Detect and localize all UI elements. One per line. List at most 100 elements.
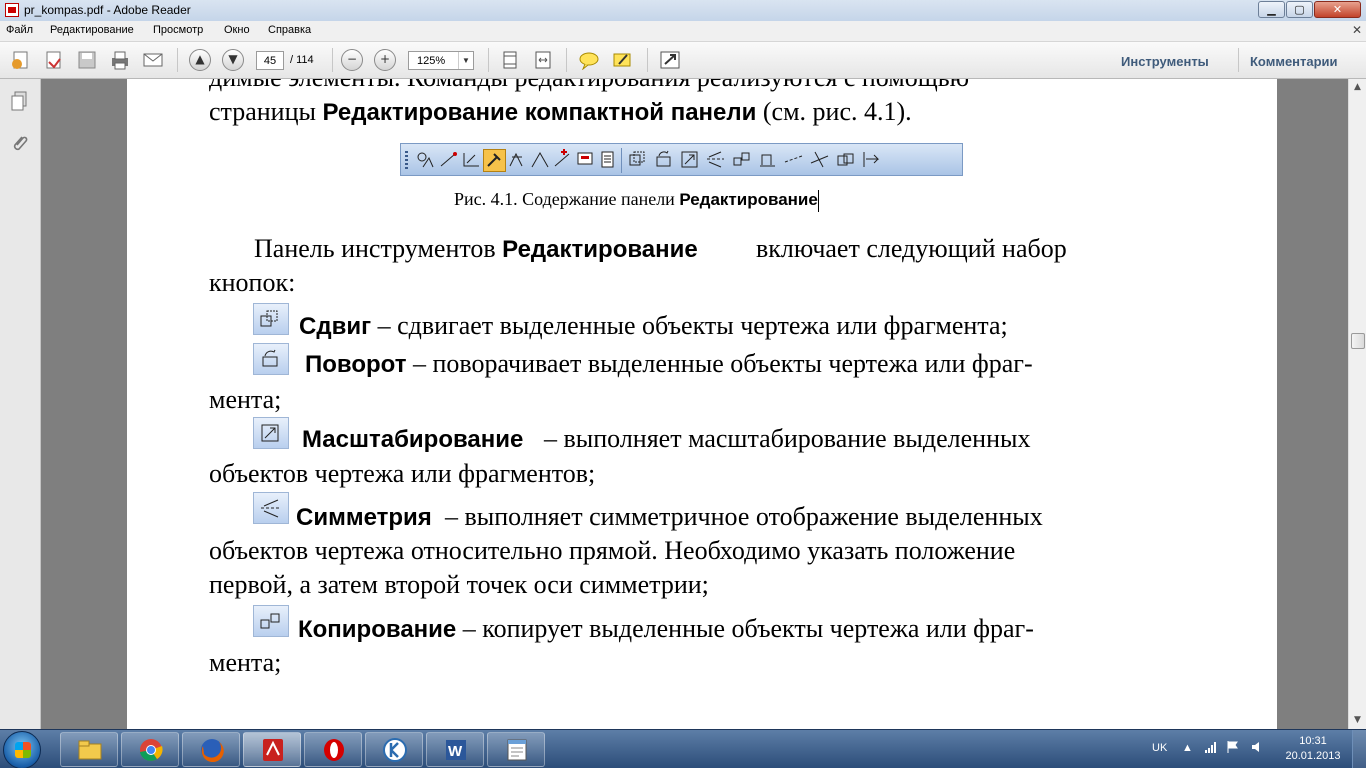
- text-line: Панель инструментов Редактирование: [254, 234, 698, 265]
- clock-date: 20.01.2013: [1285, 750, 1341, 762]
- acrobat-icon: [263, 739, 283, 761]
- taskbar-firefox[interactable]: [182, 732, 240, 767]
- title-bar: pr_kompas.pdf - Adobe Reader ▁ ▢ ✕: [0, 0, 1366, 22]
- menu-bar: Файл Редактирование Просмотр Окно Справк…: [0, 21, 1366, 42]
- taskbar-acrobat[interactable]: [243, 732, 301, 767]
- text-line: включает следующий набор: [756, 234, 1067, 263]
- menu-edit[interactable]: Редактирование: [50, 24, 134, 36]
- explorer-icon: [78, 740, 102, 760]
- taskbar-kompas[interactable]: [365, 732, 423, 767]
- volume-icon[interactable]: [1250, 740, 1264, 754]
- menu-file[interactable]: Файл: [6, 24, 33, 36]
- email-icon[interactable]: [142, 50, 164, 70]
- split-icon: [810, 151, 829, 168]
- show-desktop-button[interactable]: [1352, 730, 1366, 768]
- text-line: – выполняет масштабирование выделенных: [544, 424, 1031, 453]
- scroll-down-arrow[interactable]: ▼: [1349, 712, 1366, 729]
- expand-icon[interactable]: [659, 50, 681, 70]
- scroll-thumb[interactable]: [1351, 333, 1365, 349]
- fit-page-icon[interactable]: [499, 50, 521, 70]
- zoom-out-button[interactable]: −: [341, 49, 363, 71]
- mirror-icon: [253, 492, 289, 524]
- document-icon: [601, 151, 614, 168]
- navigation-pane: [0, 79, 41, 729]
- text-span: – поворачивает выделенные объекты чертеж…: [406, 349, 1033, 378]
- svg-text:W: W: [448, 743, 463, 760]
- chamfer-icon: [531, 151, 549, 168]
- text-line: мента;: [209, 385, 282, 414]
- convert-icon[interactable]: [43, 50, 65, 70]
- toolbar-separator: [1238, 48, 1239, 72]
- toolbar: ▲ ▼ 45 / 114 − + 125% ▼ Инструменты Комме…: [0, 42, 1366, 79]
- menu-help[interactable]: Справка: [268, 24, 311, 36]
- text-line: объектов чертежа или фрагментов;: [209, 459, 596, 488]
- next-page-button[interactable]: ▼: [222, 49, 244, 71]
- close-document-icon[interactable]: ✕: [1352, 23, 1362, 37]
- bold-text: Поворот: [305, 351, 407, 378]
- language-indicator[interactable]: UK: [1152, 742, 1167, 754]
- menu-view[interactable]: Просмотр: [153, 24, 203, 36]
- menu-window[interactable]: Окно: [224, 24, 250, 36]
- maximize-button[interactable]: ▢: [1286, 1, 1313, 18]
- text-line: Симметрия: [296, 502, 432, 533]
- taskbar-notepad[interactable]: [487, 732, 545, 767]
- scroll-up-arrow[interactable]: ▲: [1349, 79, 1366, 96]
- bold-text: Симметрия: [296, 504, 432, 531]
- taskbar-explorer[interactable]: [60, 732, 118, 767]
- word-icon: W: [446, 740, 466, 760]
- zoom-select[interactable]: 125% ▼: [408, 51, 474, 70]
- attachment-icon[interactable]: [10, 133, 28, 153]
- clock[interactable]: 10:31 20.01.2013: [1282, 734, 1344, 764]
- start-button[interactable]: [3, 731, 41, 768]
- tools-button[interactable]: Инструменты: [1121, 54, 1209, 69]
- document-area[interactable]: димые элементы. Команды редактирования р…: [41, 79, 1348, 729]
- firefox-icon: [201, 739, 224, 762]
- taskbar-word[interactable]: W: [426, 732, 484, 767]
- kompas-icon: [383, 738, 407, 762]
- comments-button[interactable]: Комментарии: [1250, 54, 1338, 69]
- bold-text: Редактирование: [502, 236, 698, 263]
- text-span: страницы: [209, 97, 323, 126]
- print-icon[interactable]: [109, 50, 131, 70]
- taskbar-opera[interactable]: [304, 732, 362, 767]
- fit-width-icon[interactable]: [532, 50, 554, 70]
- pages-icon[interactable]: [10, 91, 28, 111]
- comment-icon[interactable]: [578, 50, 600, 70]
- create-pdf-icon[interactable]: [10, 50, 32, 70]
- highlight-icon[interactable]: [611, 50, 633, 70]
- text-line: первой, а затем второй точек оси симметр…: [209, 570, 709, 599]
- zoom-in-button[interactable]: +: [374, 49, 396, 71]
- taskbar-chrome[interactable]: [121, 732, 179, 767]
- save-icon[interactable]: [76, 50, 98, 70]
- text-cursor: [817, 189, 819, 212]
- window-title: pr_kompas.pdf - Adobe Reader: [24, 3, 191, 17]
- rotate-icon: [656, 150, 671, 167]
- opera-icon: [324, 739, 344, 761]
- text-line: страницы Редактирование компактной панел…: [209, 97, 912, 128]
- caption-bold: Редактирование: [679, 190, 818, 209]
- toolbar-separator: [332, 48, 333, 72]
- text-span: – копирует выделенные объекты чертежа ил…: [456, 614, 1034, 643]
- zoom-value: 125%: [417, 55, 446, 67]
- pdf-page: димые элементы. Команды редактирования р…: [127, 79, 1277, 729]
- extend-icon: [463, 153, 479, 167]
- chevron-down-icon[interactable]: ▼: [458, 52, 473, 69]
- flag-icon[interactable]: [1226, 740, 1240, 754]
- notepad-icon: [507, 739, 527, 761]
- page-number-input[interactable]: 45: [256, 51, 284, 70]
- network-icon[interactable]: [1204, 740, 1218, 754]
- align-icon: [863, 152, 880, 167]
- close-button[interactable]: ✕: [1314, 1, 1361, 18]
- text-line: димые элементы. Команды редактирования р…: [209, 79, 969, 93]
- clock-time: 10:31: [1299, 735, 1327, 747]
- vertical-scrollbar[interactable]: ▲ ▼: [1348, 79, 1366, 729]
- previous-page-button[interactable]: ▲: [189, 49, 211, 71]
- text-line: объектов чертежа относительно прямой. Не…: [209, 536, 1016, 565]
- bold-text: Масштабирование: [302, 426, 524, 453]
- show-hidden-icons[interactable]: ▲: [1182, 742, 1193, 754]
- editing-panel-image: [400, 143, 963, 176]
- text-span: (см. рис. 4.1).: [756, 97, 912, 126]
- toolbar-separator: [647, 48, 648, 72]
- minimize-button[interactable]: ▁: [1258, 1, 1285, 18]
- hammer-icon: [483, 149, 506, 172]
